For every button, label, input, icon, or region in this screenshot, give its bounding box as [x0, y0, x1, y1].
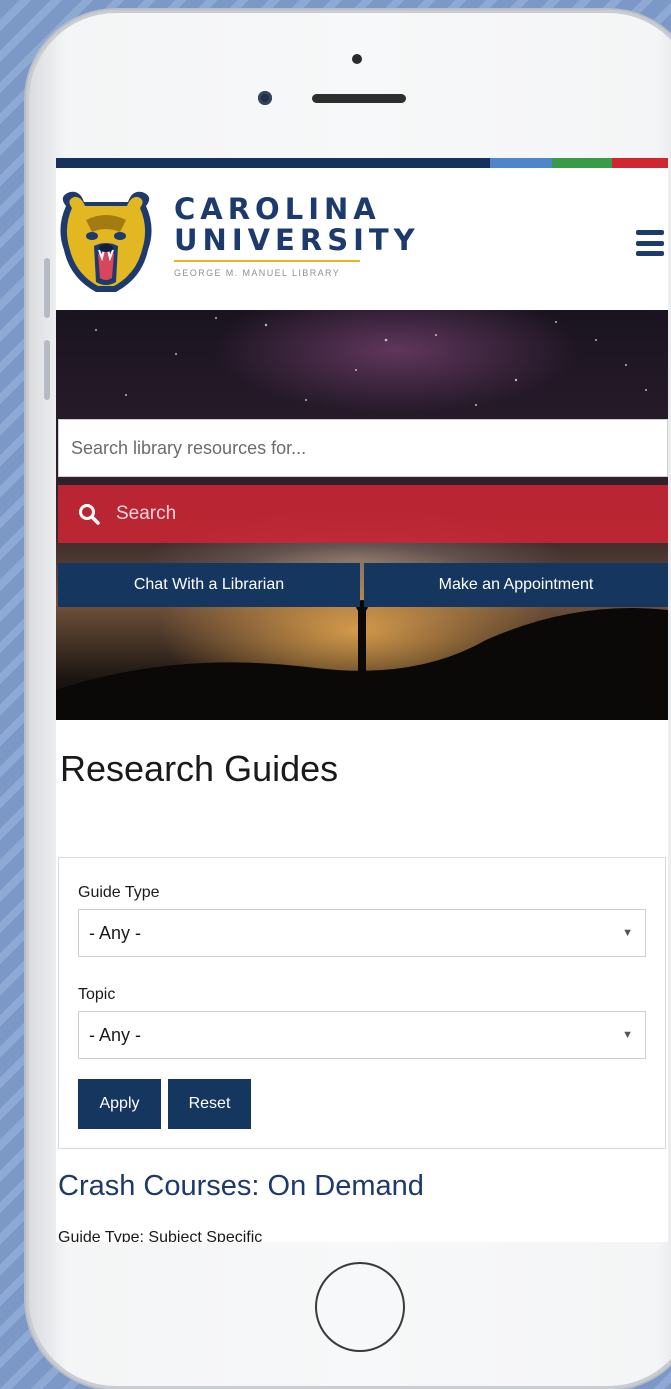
- menu-bar: [636, 240, 664, 246]
- search-button-label: Search: [116, 503, 177, 524]
- guide-result-title[interactable]: Crash Courses: On Demand: [58, 1170, 424, 1203]
- volume-button: [44, 340, 50, 400]
- bear-mascot-logo-icon[interactable]: [56, 188, 156, 298]
- university-name[interactable]: CAROLINA UNIVERSITY: [174, 194, 420, 256]
- search-button[interactable]: Search: [58, 485, 668, 543]
- library-search-input[interactable]: [58, 419, 668, 477]
- stripe-red: [612, 158, 668, 168]
- volume-button: [44, 258, 50, 318]
- apply-button[interactable]: Apply: [78, 1079, 161, 1129]
- front-camera-icon: [258, 91, 272, 105]
- guide-type-label: Guide Type: [78, 884, 160, 901]
- guide-type-select[interactable]: - Any - ▼: [78, 909, 646, 957]
- site-header: CAROLINA UNIVERSITY GEORGE M. MANUEL LIB…: [56, 168, 668, 310]
- menu-bar: [636, 251, 664, 256]
- chevron-down-icon: ▼: [622, 927, 633, 939]
- hero-banner: Search Chat With a Librarian Make an App…: [56, 310, 668, 720]
- earpiece-speaker: [312, 94, 406, 103]
- logo-divider: [174, 260, 360, 262]
- logo-line-1: CAROLINA: [174, 192, 381, 226]
- cta-row: Chat With a Librarian Make an Appointmen…: [58, 563, 668, 607]
- logo-line-2: UNIVERSITY: [174, 223, 420, 257]
- library-name: GEORGE M. MANUEL LIBRARY: [174, 268, 341, 278]
- proximity-sensor: [352, 54, 362, 64]
- make-appointment-button[interactable]: Make an Appointment: [364, 563, 668, 607]
- topic-label: Topic: [78, 986, 116, 1003]
- search-icon: [79, 504, 100, 525]
- page-title: Research Guides: [60, 748, 339, 789]
- guide-result-meta: Guide Type: Subject Specific: [58, 1229, 263, 1242]
- phone-screen: CAROLINA UNIVERSITY GEORGE M. MANUEL LIB…: [56, 158, 668, 1242]
- topic-value: - Any -: [89, 1024, 142, 1045]
- stripe-navy: [56, 158, 490, 168]
- home-button[interactable]: [315, 1262, 405, 1352]
- topic-select[interactable]: - Any - ▼: [78, 1011, 646, 1059]
- menu-bar: [636, 230, 664, 235]
- guide-filter-panel: Guide Type - Any - ▼ Topic - Any - ▼ App…: [58, 857, 666, 1149]
- chevron-down-icon: ▼: [622, 1029, 633, 1041]
- stripe-blue: [490, 158, 552, 168]
- hamburger-menu-icon[interactable]: [636, 230, 664, 256]
- guide-type-value: - Any -: [89, 922, 142, 943]
- reset-button[interactable]: Reset: [168, 1079, 251, 1129]
- stripe-green: [552, 158, 612, 168]
- chat-with-librarian-button[interactable]: Chat With a Librarian: [58, 563, 360, 607]
- color-stripe: [56, 158, 668, 168]
